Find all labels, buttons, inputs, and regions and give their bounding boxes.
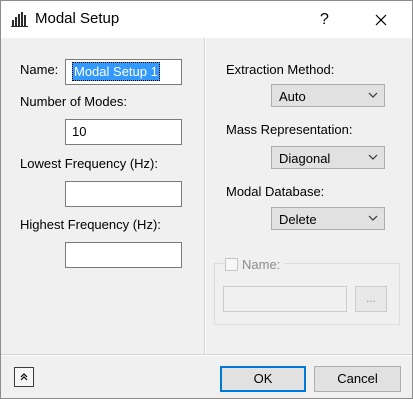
- modes-field-value: 10: [72, 124, 87, 139]
- modes-field[interactable]: 10: [65, 119, 182, 145]
- mass-representation-select[interactable]: Diagonal: [271, 146, 385, 169]
- browse-button: ...: [355, 286, 387, 312]
- extraction-method-select[interactable]: Auto: [271, 84, 385, 107]
- extraction-method-value: Auto: [279, 89, 306, 104]
- chevron-down-icon: [368, 215, 378, 221]
- dialog-title: Modal Setup: [35, 10, 120, 27]
- chevron-down-icon: [368, 92, 378, 98]
- help-button[interactable]: ?: [312, 1, 337, 38]
- close-button[interactable]: [366, 1, 396, 38]
- lowest-frequency-label: Lowest Frequency (Hz):: [20, 156, 158, 171]
- modal-database-select[interactable]: Delete: [271, 207, 385, 230]
- name-checkbox-row[interactable]: Name:: [225, 256, 285, 272]
- modal-setup-dialog: Modal Setup ? Name: Modal Setup 1 Number…: [0, 0, 413, 399]
- expand-button[interactable]: [14, 367, 34, 387]
- modal-database-label: Modal Database:: [226, 184, 325, 199]
- name-checkbox[interactable]: [225, 257, 238, 271]
- mass-representation-value: Diagonal: [279, 151, 331, 166]
- modes-label: Number of Modes:: [20, 94, 127, 109]
- name-field-value: Modal Setup 1: [72, 62, 160, 81]
- cancel-button[interactable]: Cancel: [314, 366, 401, 392]
- name-checkbox-label: Name:: [242, 256, 281, 272]
- chevron-down-icon: [368, 154, 378, 160]
- highest-frequency-label: Highest Frequency (Hz):: [20, 217, 161, 232]
- highest-frequency-field[interactable]: [65, 242, 182, 268]
- panel-divider: [204, 38, 206, 354]
- database-name-field: [223, 286, 347, 312]
- close-icon: [375, 14, 387, 25]
- lowest-frequency-field[interactable]: [65, 181, 182, 207]
- ok-button[interactable]: OK: [220, 366, 306, 392]
- extraction-method-label: Extraction Method:: [226, 62, 335, 77]
- mass-representation-label: Mass Representation:: [226, 122, 353, 137]
- name-label: Name:: [20, 62, 59, 77]
- title-bar[interactable]: Modal Setup ?: [1, 1, 412, 38]
- bar-chart-icon: [11, 12, 28, 27]
- expand-up-icon: [20, 373, 28, 381]
- name-field[interactable]: Modal Setup 1: [65, 59, 182, 85]
- modal-database-value: Delete: [279, 212, 317, 227]
